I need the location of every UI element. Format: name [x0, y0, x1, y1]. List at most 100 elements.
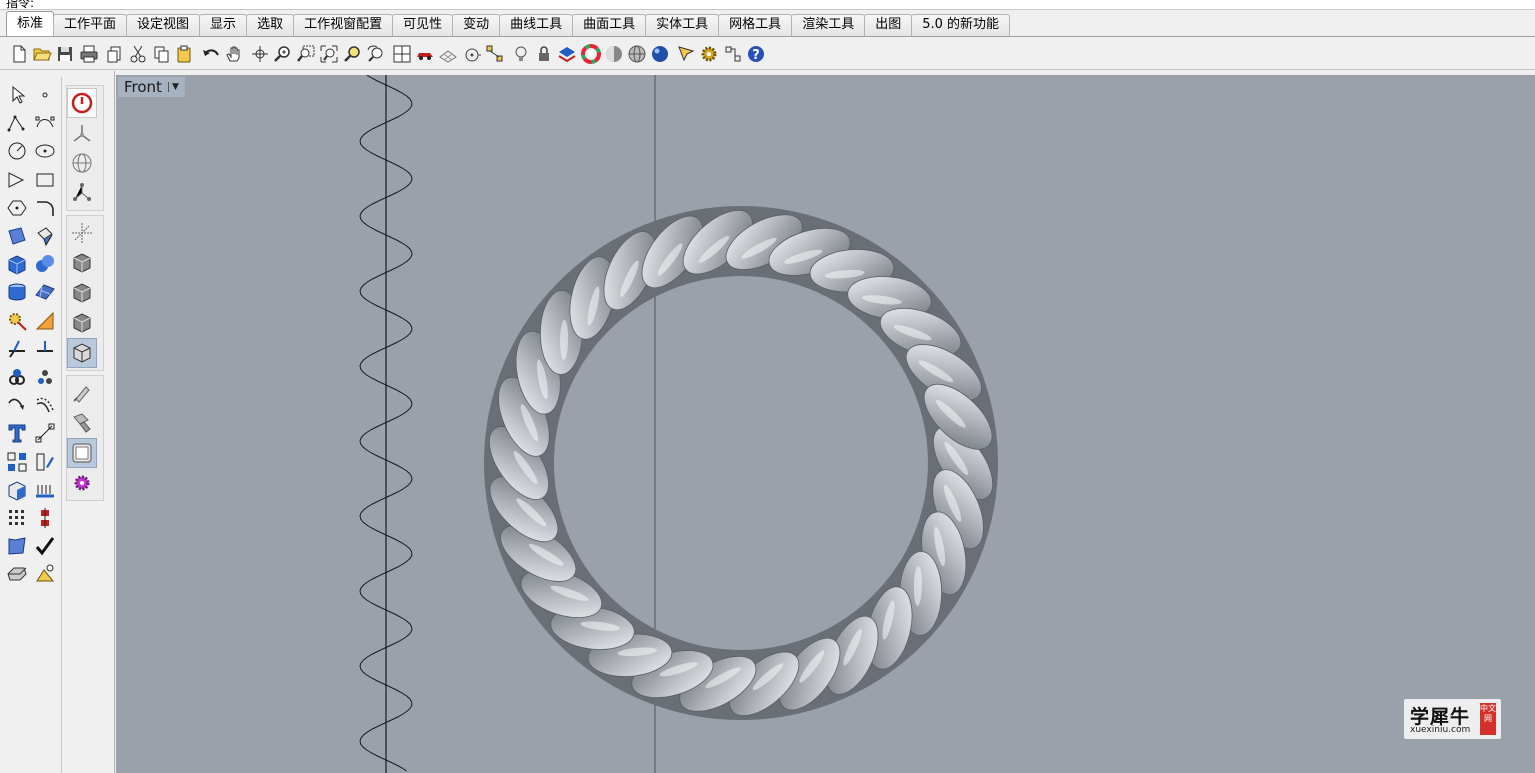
tab-solid-tools[interactable]: 实体工具 [645, 14, 720, 36]
explode-icon[interactable] [31, 364, 59, 390]
tab-curve-tools[interactable]: 曲线工具 [499, 14, 574, 36]
cplane-axes-icon[interactable] [67, 118, 97, 148]
polyline-icon[interactable] [3, 110, 31, 136]
undo-view-icon[interactable] [365, 43, 387, 65]
analyze-icon[interactable] [31, 308, 59, 334]
front-viewport[interactable]: Front ▼ 学犀牛 xuexiniu.com 中文网 [116, 75, 1535, 773]
ellipse-icon[interactable] [31, 138, 59, 164]
sphere-render-icon[interactable] [649, 43, 671, 65]
viewport-window-icon[interactable] [67, 438, 97, 468]
select-arrow-icon[interactable] [3, 82, 31, 108]
tab-render-tools[interactable]: 渲染工具 [791, 14, 866, 36]
tab-new-in-v5[interactable]: 5.0 的新功能 [911, 14, 1011, 36]
tab-set-view[interactable]: 设定视图 [126, 14, 201, 36]
cut-icon[interactable] [127, 43, 149, 65]
edit-points-icon[interactable] [31, 449, 59, 475]
offset-curve-icon[interactable] [31, 392, 59, 418]
gear-settings-icon[interactable] [698, 43, 720, 65]
join-icon[interactable] [3, 364, 31, 390]
fillet-curve-icon[interactable] [31, 195, 59, 221]
tab-visibility[interactable]: 可见性 [392, 14, 454, 36]
tab-mesh-tools[interactable]: 网格工具 [718, 14, 793, 36]
rotate-view-icon[interactable] [249, 43, 271, 65]
import-icon[interactable] [104, 43, 126, 65]
tab-viewport-layout[interactable]: 工作视窗配置 [293, 14, 394, 36]
cplane-globe-icon[interactable] [67, 148, 97, 178]
bulb-icon[interactable] [510, 43, 532, 65]
mesh-plane-icon[interactable] [31, 279, 59, 305]
zoom-selected-icon[interactable] [342, 43, 364, 65]
undo-icon[interactable] [200, 43, 222, 65]
power-shutdown-icon[interactable] [67, 88, 97, 118]
four-viewports-icon[interactable] [391, 43, 413, 65]
arc-icon[interactable] [3, 167, 31, 193]
viewport-menu-caret-icon[interactable]: ▼ [167, 82, 179, 92]
point-icon[interactable] [31, 82, 59, 108]
trim-icon[interactable] [31, 336, 59, 362]
tab-drafting[interactable]: 出图 [864, 14, 913, 36]
copy-icon[interactable] [150, 43, 172, 65]
options-icon[interactable] [722, 43, 744, 65]
render-object-icon[interactable] [31, 561, 59, 587]
car-render-icon[interactable] [414, 43, 436, 65]
dimension-icon[interactable] [31, 420, 59, 446]
viewport-title[interactable]: Front ▼ [118, 77, 185, 97]
zoom-in-icon[interactable] [272, 43, 294, 65]
tab-transform[interactable]: 变动 [452, 14, 501, 36]
lock-icon[interactable] [533, 43, 555, 65]
transform-gear-icon[interactable] [3, 308, 31, 334]
print-icon[interactable] [78, 43, 100, 65]
rectangle-icon[interactable] [31, 167, 59, 193]
paint-brush-icon[interactable] [67, 378, 97, 408]
split-icon[interactable] [3, 336, 31, 362]
mesh-solid-icon[interactable] [3, 561, 31, 587]
twisted-rope-ring[interactable] [478, 199, 1005, 727]
boolean-union-icon[interactable] [31, 251, 59, 277]
new-file-icon[interactable] [8, 43, 30, 65]
command-line[interactable]: 指令: [0, 0, 1535, 10]
view-right-box-icon[interactable] [67, 308, 97, 338]
circle-icon[interactable] [3, 138, 31, 164]
pan-hand-icon[interactable] [223, 43, 245, 65]
tab-standard[interactable]: 标准 [6, 11, 55, 36]
points-icon[interactable] [484, 43, 506, 65]
color-wheel-icon[interactable] [580, 43, 602, 65]
control-point-curve-icon[interactable] [31, 110, 59, 136]
match-properties-icon[interactable] [67, 408, 97, 438]
gumball-axes-icon[interactable] [67, 218, 97, 248]
box-solid-icon[interactable] [3, 251, 31, 277]
group-icon[interactable] [3, 449, 31, 475]
block-icon[interactable] [3, 477, 31, 503]
layers-icon[interactable] [556, 43, 578, 65]
help-icon[interactable]: ? [745, 43, 767, 65]
align-icon[interactable] [31, 505, 59, 531]
view-perspective-box-icon[interactable] [67, 338, 97, 368]
tab-cplanes[interactable]: 工作平面 [53, 14, 128, 36]
drape-surface-icon[interactable] [3, 533, 31, 559]
extrude-curve-icon[interactable] [31, 223, 59, 249]
hatch-icon[interactable] [31, 477, 59, 503]
zoom-window-icon[interactable] [295, 43, 317, 65]
cplane-nodes-icon[interactable] [67, 178, 97, 208]
paste-icon[interactable] [173, 43, 195, 65]
tab-surface-tools[interactable]: 曲面工具 [572, 14, 647, 36]
target-icon[interactable] [461, 43, 483, 65]
save-icon[interactable] [54, 43, 76, 65]
zoom-extents-icon[interactable] [318, 43, 340, 65]
polygon-icon[interactable] [3, 195, 31, 221]
text-object-icon[interactable] [3, 420, 31, 446]
cylinder-icon[interactable] [3, 279, 31, 305]
sphere-shade-icon[interactable] [603, 43, 625, 65]
rebuild-curve-icon[interactable] [3, 392, 31, 418]
flower-plugin-icon[interactable] [67, 468, 97, 498]
pen-tool-icon[interactable] [675, 43, 697, 65]
check-icon[interactable] [31, 533, 59, 559]
grid-snap-icon[interactable] [437, 43, 459, 65]
view-top-box-icon[interactable] [67, 248, 97, 278]
tab-display[interactable]: 显示 [199, 14, 248, 36]
surface-corner-icon[interactable] [3, 223, 31, 249]
tab-select[interactable]: 选取 [246, 14, 295, 36]
open-folder-icon[interactable] [31, 43, 53, 65]
array-icon[interactable] [3, 505, 31, 531]
view-front-box-icon[interactable] [67, 278, 97, 308]
